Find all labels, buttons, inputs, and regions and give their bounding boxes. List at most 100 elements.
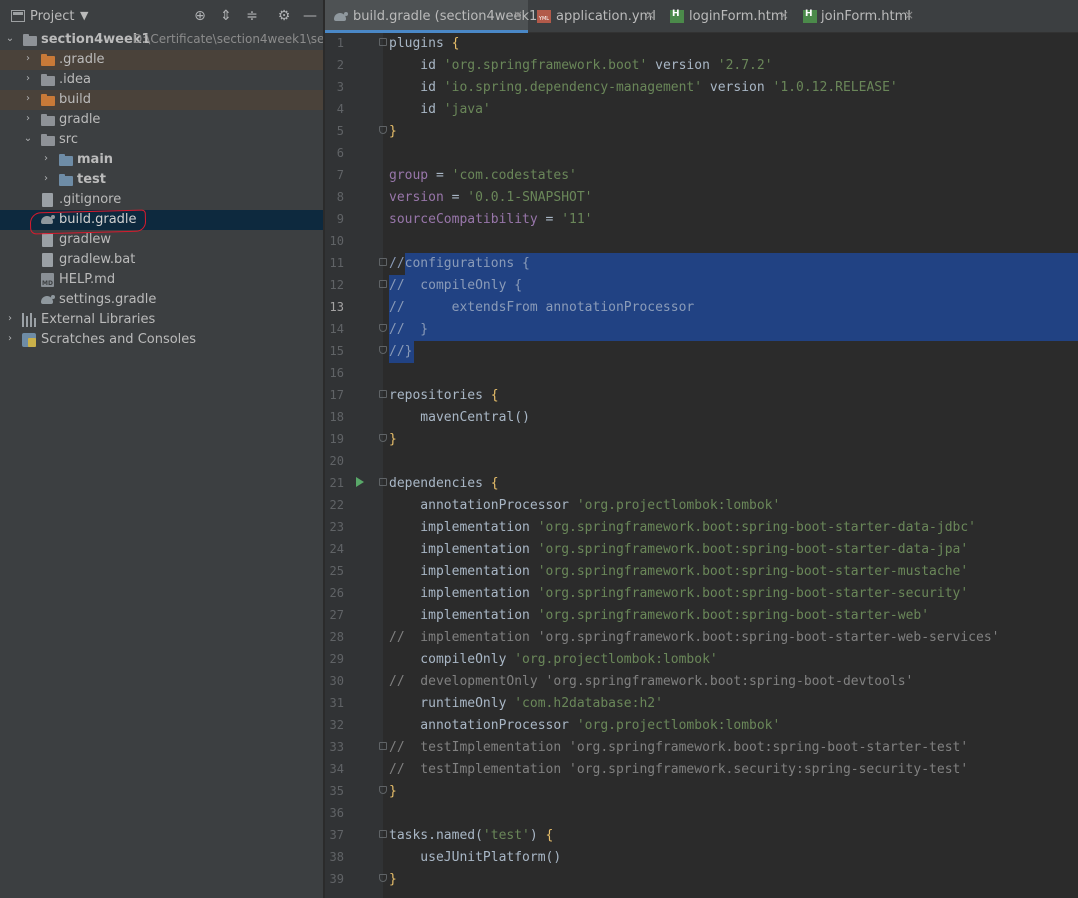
code-line[interactable]: 5} (325, 121, 1078, 143)
code-line[interactable]: 3 id 'io.spring.dependency-management' v… (325, 77, 1078, 99)
code-line[interactable]: 25 implementation 'org.springframework.b… (325, 561, 1078, 583)
code-line[interactable]: 2 id 'org.springframework.boot' version … (325, 55, 1078, 77)
chevron-right-icon[interactable]: › (4, 312, 16, 326)
tab-join-form[interactable]: joinForm.html × (795, 0, 925, 33)
fold-marker-icon[interactable] (379, 126, 387, 134)
fold-marker-icon[interactable] (379, 830, 387, 838)
tree-item-test[interactable]: › test (0, 170, 323, 190)
tree-item-external-libraries[interactable]: › External Libraries (0, 310, 323, 330)
fold-marker-icon[interactable] (379, 346, 387, 354)
code-line[interactable]: 26 implementation 'org.springframework.b… (325, 583, 1078, 605)
code-line[interactable]: 36 (325, 803, 1078, 825)
code-line[interactable]: 1 plugins { (325, 33, 1078, 55)
code-line[interactable]: 12 // compileOnly { (325, 275, 1078, 297)
tree-item-settings-gradle[interactable]: settings.gradle (0, 290, 323, 310)
code-line[interactable]: 21 dependencies { (325, 473, 1078, 495)
gear-icon[interactable]: ⚙ (276, 8, 292, 24)
code-line[interactable]: 19} (325, 429, 1078, 451)
fold-marker-icon[interactable] (379, 874, 387, 882)
tree-item-gitignore[interactable]: .gitignore (0, 190, 323, 210)
close-icon[interactable]: × (904, 8, 914, 22)
code-line[interactable]: 17 repositories { (325, 385, 1078, 407)
tree-item-label: .idea (59, 72, 91, 87)
code-editor[interactable]: 1 plugins {2 id 'org.springframework.boot… (325, 33, 1078, 898)
code-line[interactable]: 33 // testImplementation 'org.springframe… (325, 737, 1078, 759)
chevron-right-icon[interactable]: › (22, 112, 34, 126)
code-line[interactable]: 13 // extendsFrom annotationProcessor (325, 297, 1078, 319)
fold-marker-icon[interactable] (379, 324, 387, 332)
chevron-right-icon[interactable]: › (40, 172, 52, 186)
code-line[interactable]: 7 group = 'com.codestates' (325, 165, 1078, 187)
code-line[interactable]: 18 mavenCentral() (325, 407, 1078, 429)
chevron-down-icon[interactable]: ⌄ (4, 32, 16, 46)
code-line[interactable]: 24 implementation 'org.springframework.b… (325, 539, 1078, 561)
code-line[interactable]: 30 // developmentOnly 'org.springframewor… (325, 671, 1078, 693)
code-line[interactable]: 39} (325, 869, 1078, 891)
code-line[interactable]: 22 annotationProcessor 'org.projectlombo… (325, 495, 1078, 517)
line-number: 33 (329, 740, 344, 754)
fold-marker-icon[interactable] (379, 280, 387, 288)
line-number: 19 (329, 432, 344, 446)
code-line[interactable]: 38 useJUnitPlatform() (325, 847, 1078, 869)
tree-root[interactable]: ⌄ section4week1 D:\Certificate\section4w… (0, 30, 323, 50)
close-icon[interactable]: × (513, 8, 523, 22)
code-line[interactable]: 15 //} (325, 341, 1078, 363)
tree-item-idea[interactable]: › .idea (0, 70, 323, 90)
tree-item-build[interactable]: › build (0, 90, 323, 110)
chevron-right-icon[interactable]: › (22, 92, 34, 106)
tree-item-main[interactable]: › main (0, 150, 323, 170)
tree-item-gradle[interactable]: › gradle (0, 110, 323, 130)
code-line[interactable]: 6 (325, 143, 1078, 165)
code-line[interactable]: 27 implementation 'org.springframework.b… (325, 605, 1078, 627)
tab-application-yml[interactable]: YML application.yml × (530, 0, 658, 33)
locate-icon[interactable]: ⊕ (192, 8, 208, 24)
code-line[interactable]: 29 compileOnly 'org.projectlombok:lombok… (325, 649, 1078, 671)
chevron-right-icon[interactable]: › (40, 152, 52, 166)
hide-icon[interactable]: — (302, 8, 318, 24)
chevron-down-icon[interactable]: ▼ (80, 9, 88, 22)
code-line[interactable]: 34 // testImplementation 'org.springframe… (325, 759, 1078, 781)
fold-marker-icon[interactable] (379, 38, 387, 46)
chevron-down-icon[interactable]: ⌄ (22, 132, 34, 146)
tree-item-scratches[interactable]: › Scratches and Consoles (0, 330, 323, 350)
chevron-right-icon[interactable]: › (22, 72, 34, 86)
fold-marker-icon[interactable] (379, 258, 387, 266)
code-line[interactable]: 32 annotationProcessor 'org.projectlombo… (325, 715, 1078, 737)
chevron-right-icon[interactable]: › (4, 332, 16, 346)
close-icon[interactable]: × (645, 8, 655, 22)
run-gutter-icon[interactable] (356, 477, 364, 487)
code-line[interactable]: 4 id 'java' (325, 99, 1078, 121)
code-line[interactable]: 16 (325, 363, 1078, 385)
collapse-all-icon[interactable]: ≑ (244, 8, 260, 24)
tree-item-build-gradle[interactable]: build.gradle (0, 210, 323, 230)
tree-item-label: External Libraries (41, 312, 156, 327)
code-line[interactable]: 28 // implementation 'org.springframework… (325, 627, 1078, 649)
code-line[interactable]: 9 sourceCompatibility = '11' (325, 209, 1078, 231)
chevron-right-icon[interactable]: › (22, 52, 34, 66)
fold-marker-icon[interactable] (379, 434, 387, 442)
fold-marker-icon[interactable] (379, 478, 387, 486)
fold-marker-icon[interactable] (379, 786, 387, 794)
code-line[interactable]: 37 tasks.named('test') { (325, 825, 1078, 847)
code-line[interactable]: 14 // } (325, 319, 1078, 341)
close-icon[interactable]: × (779, 8, 789, 22)
tree-item-gradle-cache[interactable]: › .gradle (0, 50, 323, 70)
tree-item-help-md[interactable]: MD HELP.md (0, 270, 323, 290)
code-line[interactable]: 11 //configurations { (325, 253, 1078, 275)
code-line[interactable]: 31 runtimeOnly 'com.h2database:h2' (325, 693, 1078, 715)
code-text: compileOnly 'org.projectlombok:lombok' (389, 652, 718, 667)
tree-item-gradlew-bat[interactable]: gradlew.bat (0, 250, 323, 270)
code-line[interactable]: 20 (325, 451, 1078, 473)
tree-item-gradlew[interactable]: gradlew (0, 230, 323, 250)
code-line[interactable]: 10 (325, 231, 1078, 253)
code-line[interactable]: 35} (325, 781, 1078, 803)
code-line[interactable]: 23 implementation 'org.springframework.b… (325, 517, 1078, 539)
tab-login-form[interactable]: loginForm.html × (662, 0, 792, 33)
code-line[interactable]: 8 version = '0.0.1-SNAPSHOT' (325, 187, 1078, 209)
expand-all-icon[interactable]: ⇕ (218, 8, 234, 24)
tree-item-src[interactable]: ⌄ src (0, 130, 323, 150)
project-view-selector[interactable]: Project (30, 9, 74, 24)
fold-marker-icon[interactable] (379, 390, 387, 398)
fold-marker-icon[interactable] (379, 742, 387, 750)
tab-build-gradle[interactable]: build.gradle (section4week1) × (325, 0, 542, 33)
